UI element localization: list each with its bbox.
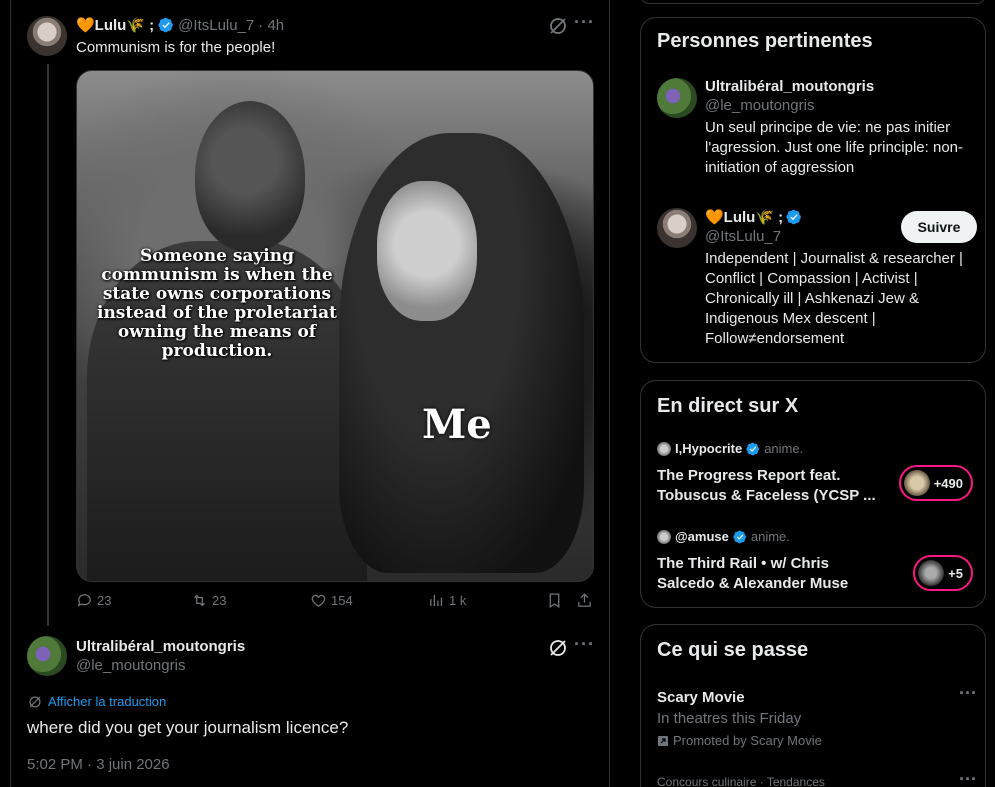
space-title: The Progress Report feat. Tobuscus & Fac… — [657, 467, 876, 504]
tweet-media-image[interactable]: Someone saying communism is when the sta… — [76, 70, 594, 582]
reply-button[interactable]: 23 — [76, 592, 111, 609]
main-column: 🧡Lulu🌾 ; @ItsLulu_7 · 4h ··· Communism i… — [0, 0, 610, 787]
panel-title: Ce qui se passe — [657, 639, 809, 661]
view-count: 1 k — [449, 593, 467, 608]
space-title: The Third Rail • w/ Chris Salcedo & Alex… — [657, 555, 849, 592]
host-status: anime. — [764, 441, 804, 456]
listener-count: +5 — [948, 565, 963, 581]
tweet-header: 🧡Lulu🌾 ; @ItsLulu_7 · 4h — [76, 16, 284, 35]
tweet-actions: 23 23 154 1 k — [76, 592, 596, 614]
reply-header: Ultralibéral_moutongris @le_moutongris — [76, 638, 245, 674]
verified-badge-icon — [733, 530, 746, 543]
like-button[interactable]: 154 — [310, 592, 353, 609]
listener-avatar — [918, 560, 945, 586]
right-sidebar: Personnes pertinentes Ultralibéral_mouto… — [610, 0, 995, 787]
bookmark-icon — [549, 593, 560, 609]
verified-badge-icon — [786, 209, 802, 225]
meme-figure-face — [377, 181, 477, 321]
time-ago[interactable]: · 4h — [258, 17, 284, 34]
reply-text: where did you get your journalism licenc… — [27, 718, 349, 737]
reply-icon — [77, 594, 91, 607]
author-name[interactable]: Ultralibéral_moutongris — [76, 638, 245, 655]
relevant-people-panel: Personnes pertinentes Ultralibéral_mouto… — [640, 17, 986, 363]
verified-badge-icon — [746, 442, 760, 455]
focused-reply-tweet[interactable]: Ultralibéral_moutongris @le_moutongris ·… — [11, 628, 610, 787]
translate-icon — [29, 695, 41, 708]
listener-count: +490 — [933, 475, 963, 491]
person-bio: Independent | Journalist & researcher | … — [705, 250, 963, 347]
host-avatar — [657, 529, 671, 544]
views-chart-icon — [430, 594, 443, 607]
live-space-item[interactable]: I,Hypocrite anime. The Progress Report f… — [657, 441, 977, 511]
thread-connector — [47, 64, 49, 626]
meme-figure-head — [195, 101, 305, 251]
meme-label: Me — [422, 401, 492, 448]
clipped-panel — [640, 0, 986, 4]
trend-item[interactable]: Scary Movie In theatres this Friday Prom… — [657, 683, 977, 748]
views-button[interactable]: 1 k — [428, 592, 466, 609]
grok-icon[interactable] — [548, 638, 568, 658]
author-handle[interactable]: @le_moutongris — [76, 657, 245, 674]
avatar[interactable] — [657, 208, 697, 248]
promoted-text: Promoted by Scary Movie — [673, 733, 822, 748]
repost-button[interactable]: 23 — [191, 592, 226, 609]
translate-link[interactable]: Afficher la traduction — [28, 694, 166, 709]
repost-icon — [194, 594, 205, 607]
trend-subtitle: In theatres this Friday — [657, 710, 802, 727]
avatar[interactable] — [27, 16, 67, 56]
avatar[interactable] — [27, 636, 67, 676]
more-options-icon[interactable]: ··· — [959, 769, 977, 787]
person-handle[interactable]: @le_moutongris — [705, 97, 975, 114]
person-bio: Un seul principe de vie: ne pas initier … — [705, 119, 964, 176]
avatar[interactable] — [657, 78, 697, 118]
like-count: 154 — [331, 593, 353, 608]
listener-pill[interactable]: +490 — [898, 465, 973, 501]
repost-count: 23 — [212, 593, 227, 608]
panel-title: Personnes pertinentes — [657, 30, 873, 52]
panel-title: En direct sur X — [657, 395, 799, 417]
tweet-text: Communism is for the people! — [76, 39, 276, 56]
listener-pill[interactable]: +5 — [913, 555, 973, 591]
host-status: anime. — [750, 529, 790, 544]
person-name[interactable]: Ultralibéral_moutongris — [705, 78, 975, 95]
host-name: @amuse — [675, 529, 729, 544]
share-icon — [578, 593, 591, 607]
bookmark-button[interactable] — [546, 592, 563, 609]
trend-meta: Concours culinaire · Tendances — [657, 775, 825, 787]
whats-happening-panel: Ce qui se passe Scary Movie In theatres … — [640, 624, 986, 787]
reply-count: 23 — [97, 593, 112, 608]
more-options-icon[interactable]: ··· — [959, 683, 977, 704]
more-options-icon[interactable]: ··· — [574, 12, 595, 33]
author-name[interactable]: 🧡Lulu🌾 ; — [76, 16, 154, 34]
parent-tweet[interactable]: 🧡Lulu🌾 ; @ItsLulu_7 · 4h ··· Communism i… — [11, 0, 610, 628]
translate-label: Afficher la traduction — [48, 694, 167, 709]
trend-title: Scary Movie — [657, 689, 745, 706]
share-button[interactable] — [576, 592, 593, 609]
meme-caption: Someone saying communism is when the sta… — [96, 246, 337, 361]
promoted-label: Promoted by Scary Movie — [657, 733, 977, 748]
host-name: I,Hypocrite — [675, 441, 743, 456]
follow-button[interactable]: Suivre — [901, 211, 977, 243]
heart-icon — [311, 594, 326, 607]
listener-avatar — [903, 470, 930, 496]
person-name[interactable]: 🧡Lulu🌾 ; — [705, 208, 783, 226]
host-avatar — [657, 441, 671, 456]
grok-icon[interactable] — [548, 16, 568, 36]
author-handle[interactable]: @ItsLulu_7 — [178, 17, 254, 34]
verified-badge-icon — [158, 17, 174, 33]
live-space-item[interactable]: @amuse anime. The Third Rail • w/ Chris … — [657, 529, 977, 599]
live-panel: En direct sur X I,Hypocrite anime. The P… — [640, 380, 986, 608]
trend-item[interactable]: Concours culinaire · Tendances ··· — [657, 769, 977, 787]
timestamp[interactable]: 5:02 PM · 3 juin 2026 — [27, 756, 170, 773]
promoted-icon — [658, 735, 668, 746]
more-options-icon[interactable]: ··· — [574, 634, 595, 655]
